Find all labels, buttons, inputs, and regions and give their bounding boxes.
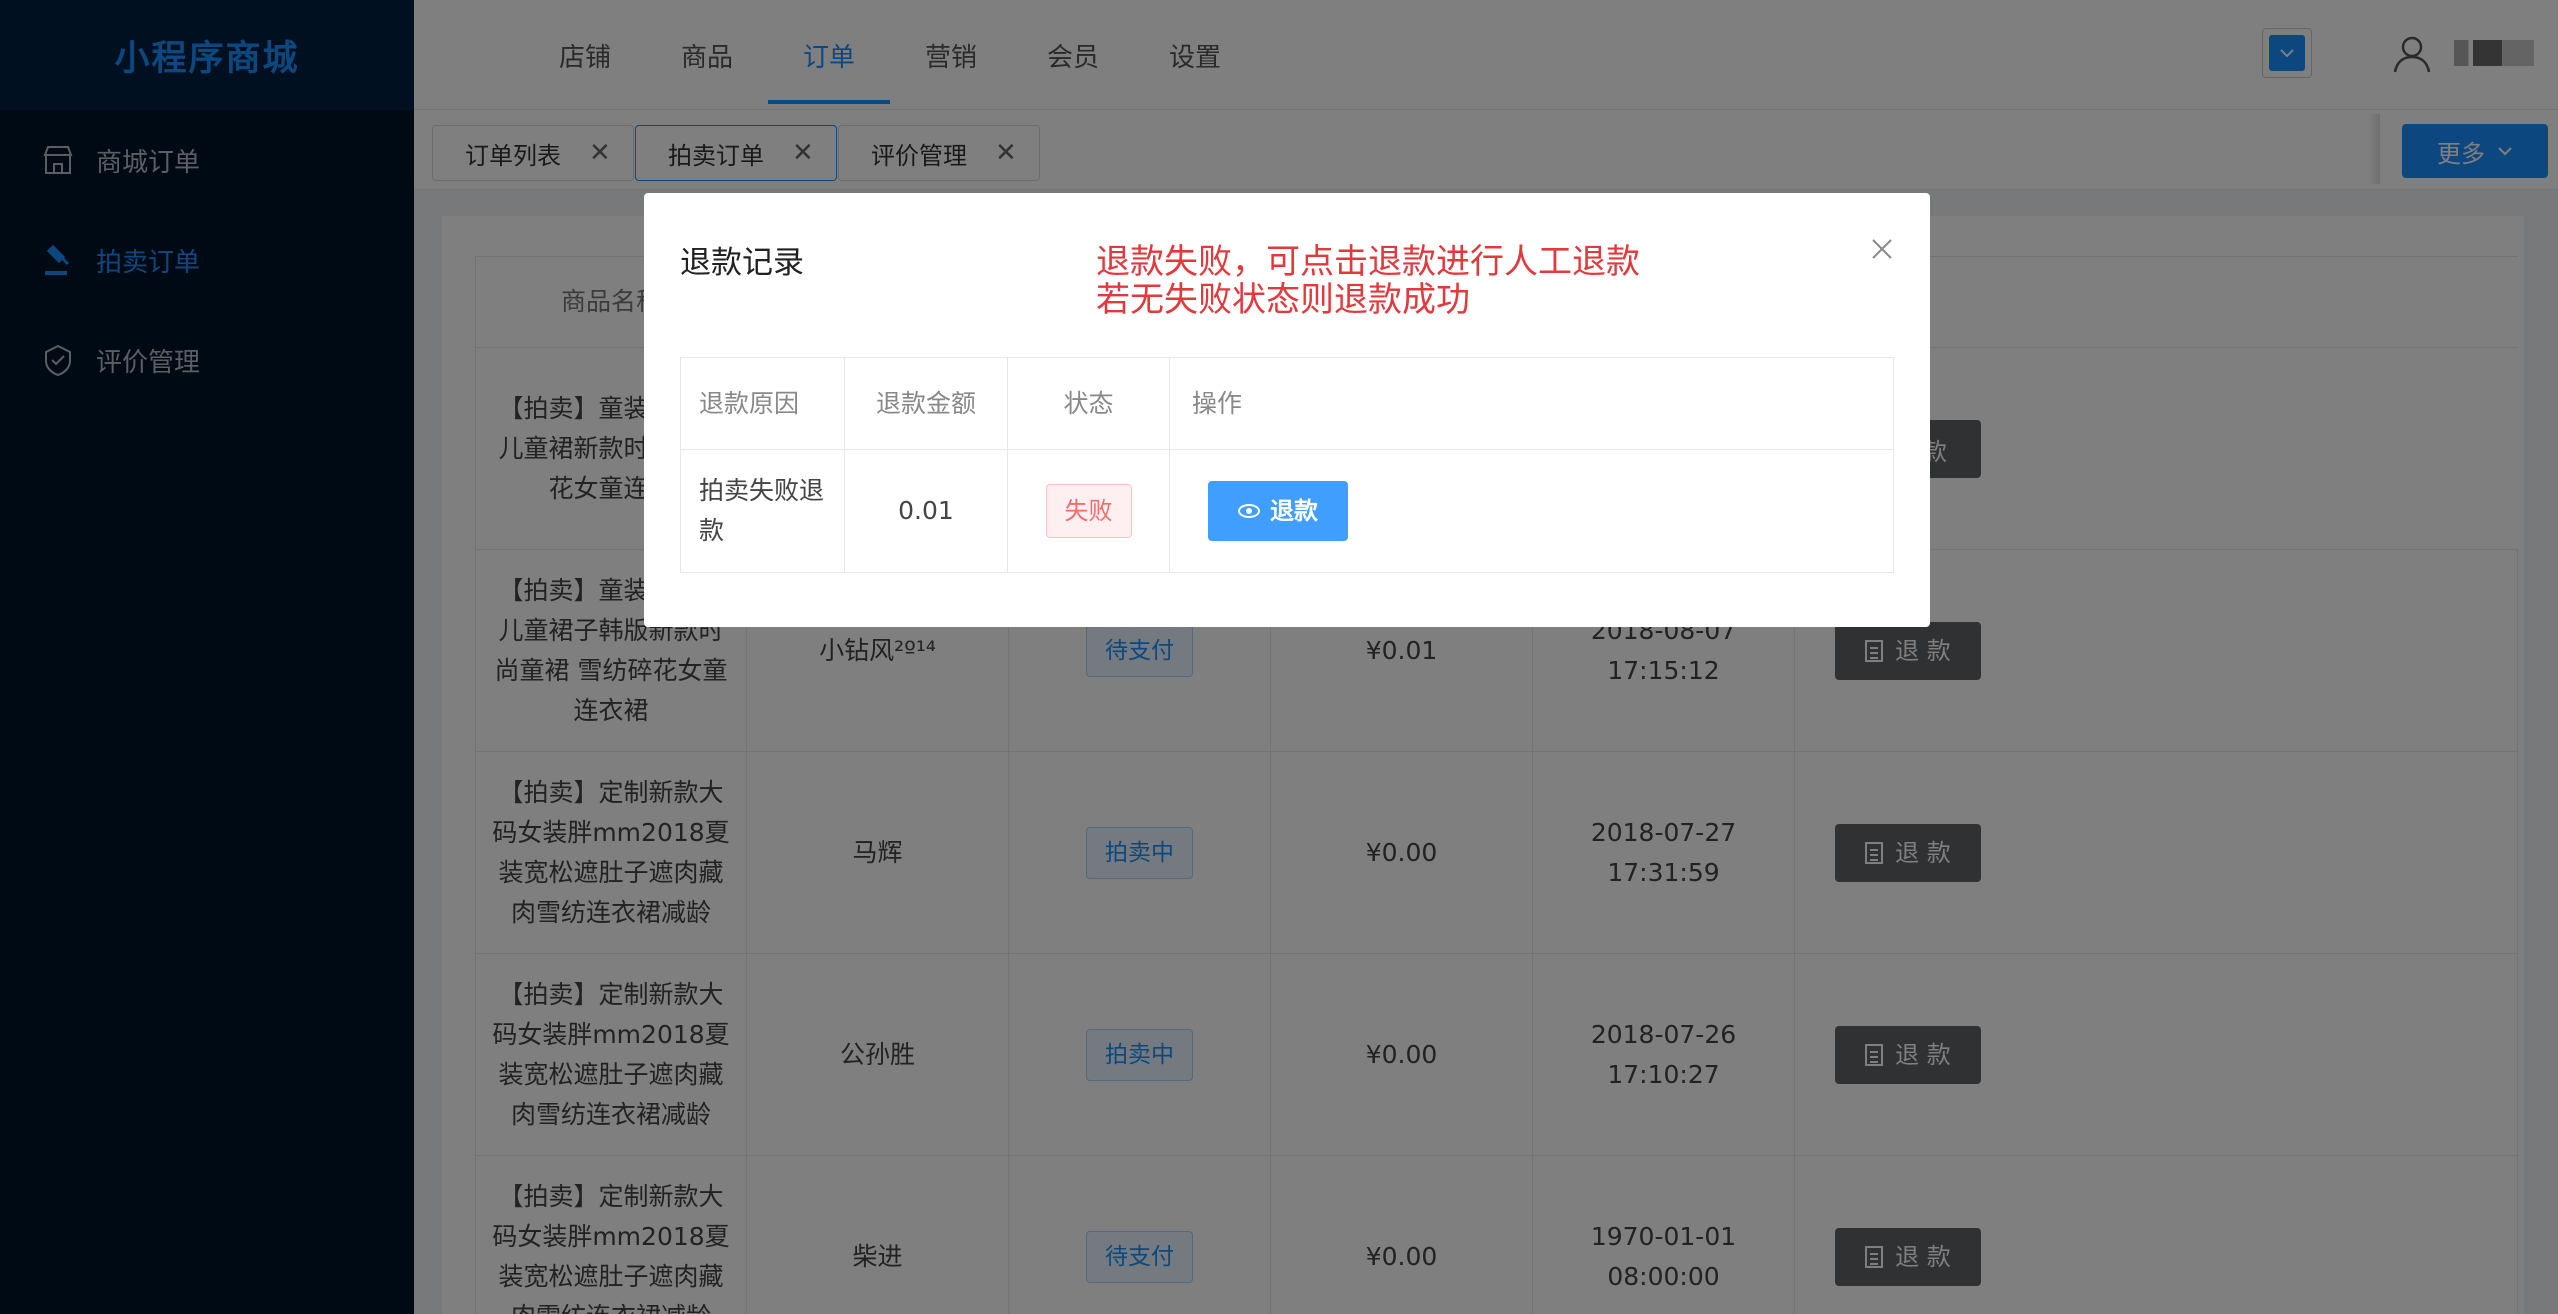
refund-reason: 拍卖失败退款 bbox=[681, 450, 845, 572]
column-header-action: 操作 bbox=[1192, 388, 1243, 418]
refund-hint-text: 退款失败，可点击退款进行人工退款 若无失败状态则退款成功 bbox=[1096, 243, 1696, 319]
table-header-row: 退款原因 退款金额 状态 操作 bbox=[681, 358, 1893, 450]
manual-refund-button[interactable]: 退款 bbox=[1208, 481, 1348, 541]
close-icon[interactable] bbox=[1862, 229, 1902, 269]
refund-amount: 0.01 bbox=[845, 450, 1008, 572]
dialog-title: 退款记录 bbox=[680, 245, 804, 281]
refund-hint-line-2: 若无失败状态则退款成功 bbox=[1096, 280, 1470, 320]
eye-icon bbox=[1238, 504, 1260, 518]
refund-record-table: 退款原因 退款金额 状态 操作 拍卖失败退款 0.01 失败 退款 bbox=[680, 357, 1894, 573]
column-header-amount: 退款金额 bbox=[845, 358, 1008, 449]
refund-hint-line-1: 退款失败，可点击退款进行人工退款 bbox=[1096, 242, 1640, 282]
column-header-reason: 退款原因 bbox=[681, 358, 845, 449]
table-row: 拍卖失败退款 0.01 失败 退款 bbox=[681, 450, 1893, 572]
status-badge: 失败 bbox=[1045, 484, 1132, 538]
refund-action-cell: 退款 bbox=[1170, 450, 1893, 572]
refund-record-dialog: 退款记录 退款失败，可点击退款进行人工退款 若无失败状态则退款成功 退款原因 退… bbox=[644, 193, 1930, 627]
column-header-status: 状态 bbox=[1008, 358, 1170, 449]
refund-button-label: 退款 bbox=[1270, 497, 1318, 525]
refund-status-cell: 失败 bbox=[1008, 450, 1170, 572]
